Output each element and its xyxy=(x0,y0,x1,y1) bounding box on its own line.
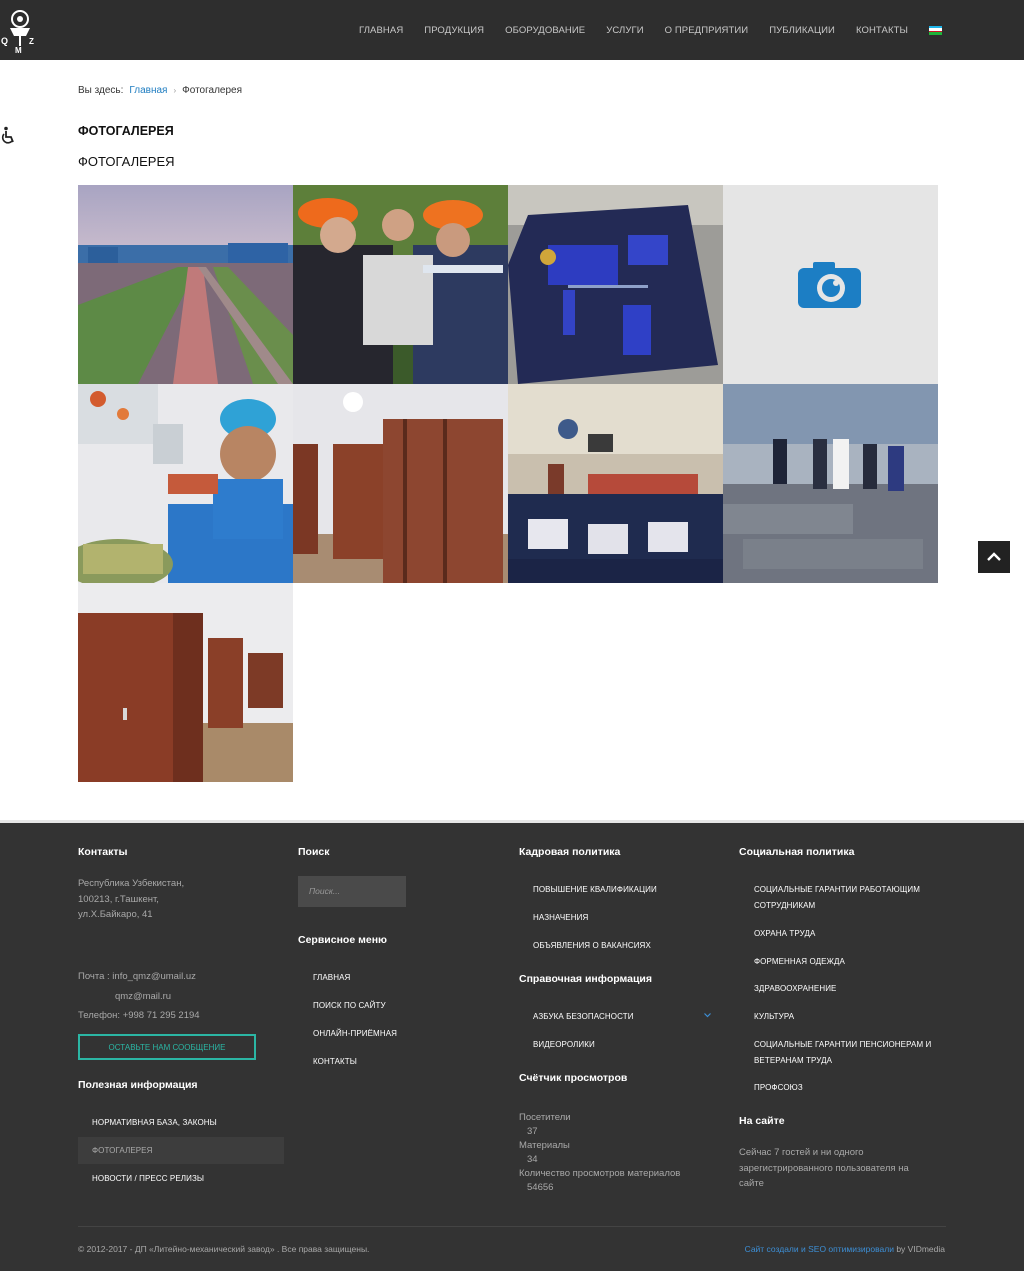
footer-link-reception[interactable]: ОНЛАЙН-ПРИЁМНАЯ xyxy=(313,1029,397,1038)
camera-icon xyxy=(723,185,938,384)
footer-link-union[interactable]: ПРОФСОЮЗ xyxy=(754,1083,803,1092)
gallery-photo-uniform-jacket[interactable] xyxy=(508,185,723,384)
main-nav: ГЛАВНАЯ ПРОДУКЦИЯ ОБОРУДОВАНИЕ УСЛУГИ О … xyxy=(359,0,942,60)
gallery-photo-canteen-cook[interactable] xyxy=(78,384,293,583)
svg-text:Q: Q xyxy=(1,36,8,46)
gallery-photo-workers-hardhats[interactable] xyxy=(293,185,508,384)
footer-link-contacts[interactable]: КОНТАКТЫ xyxy=(313,1057,357,1066)
footer-mail[interactable]: Почта : info_qmz@umail.uz xyxy=(78,969,196,985)
footer-contacts-heading: Контакты xyxy=(78,846,128,858)
footer-link-culture[interactable]: КУЛЬТУРА xyxy=(754,1012,794,1021)
address-line: Республика Узбекистан, xyxy=(78,878,185,889)
nav-about[interactable]: О ПРЕДПРИЯТИИ xyxy=(665,25,749,36)
footer-search-heading: Поиск xyxy=(298,846,330,858)
footer-link-news[interactable]: НОВОСТИ / ПРЕСС РЕЛИЗЫ xyxy=(92,1174,204,1183)
footer-link-uniform[interactable]: ФОРМЕННАЯ ОДЕЖДА xyxy=(754,957,845,966)
gallery-photo-factory-aerial[interactable] xyxy=(78,185,293,384)
chevron-down-icon[interactable] xyxy=(704,1013,711,1018)
footer-search-input[interactable]: Поиск... xyxy=(298,876,406,907)
footer-address: Республика Узбекистан, 100213, г.Ташкент… xyxy=(78,876,184,923)
address-line: 100213, г.Ташкент, xyxy=(78,893,159,905)
nav-publications[interactable]: ПУБЛИКАЦИИ xyxy=(769,25,835,36)
online-line: сайте xyxy=(739,1178,764,1189)
footer-service-heading: Сервисное меню xyxy=(298,934,388,946)
footer-link-vacancies[interactable]: ОБЪЯВЛЕНИЯ О ВАКАНСИЯХ xyxy=(533,941,651,950)
views-value: 54656 xyxy=(527,1182,554,1193)
breadcrumb: Вы здесь: Главная › Фотогалерея xyxy=(78,85,242,96)
site-header: Q Z M ГЛАВНАЯ ПРОДУКЦИЯ ОБОРУДОВАНИЕ УСЛ… xyxy=(0,0,1024,60)
footer-link-qualification[interactable]: ПОВЫШЕНИЕ КВАЛИФИКАЦИИ xyxy=(533,885,657,894)
visitors-label: Посетители xyxy=(519,1112,571,1123)
breadcrumb-current: Фотогалерея xyxy=(182,85,243,96)
copyright: © 2012-2017 - ДП «Литейно-механический з… xyxy=(78,1244,370,1254)
online-line: зарегистрированного пользователя на xyxy=(739,1162,909,1174)
footer-link-pensioners[interactable]: СОЦИАЛЬНЫЕ ГАРАНТИИ ПЕНСИОНЕРАМ И xyxy=(754,1040,931,1049)
views-label: Количество просмотров материалов xyxy=(519,1168,681,1179)
footer-online-text: Сейчас 7 гостей и ни одного зарегистриро… xyxy=(739,1145,909,1192)
footer-link-home[interactable]: ГЛАВНАЯ xyxy=(313,973,350,982)
gallery-title: ФОТОГАЛЕРЕЯ xyxy=(78,154,175,169)
svg-text:Z: Z xyxy=(29,37,34,46)
footer-social-heading: Социальная политика xyxy=(739,846,855,858)
footer-phone: Телефон: +998 71 295 2194 xyxy=(78,1010,200,1021)
footer-link-social-guarantees[interactable]: СОЦИАЛЬНЫЕ ГАРАНТИИ РАБОТАЮЩИМ xyxy=(754,885,920,894)
footer-reference-heading: Справочная информация xyxy=(519,973,653,985)
nav-contacts[interactable]: КОНТАКТЫ xyxy=(856,25,908,36)
credit-link[interactable]: Сайт создали и SEO оптимизировали xyxy=(745,1244,894,1254)
back-to-top-button[interactable] xyxy=(978,541,1010,573)
uzbekistan-flag-icon[interactable] xyxy=(929,25,942,35)
footer-link-pensioners-cont[interactable]: ВЕТЕРАНАМ ТРУДА xyxy=(754,1056,832,1065)
footer-link-normative[interactable]: НОРМАТИВНАЯ БАЗА, ЗАКОНЫ xyxy=(92,1118,217,1127)
breadcrumb-prefix: Вы здесь: xyxy=(78,85,124,96)
gallery-photo-locker-room-2[interactable] xyxy=(78,583,293,782)
leave-message-button[interactable]: ОСТАВЬТЕ НАМ СООБЩЕНИЕ xyxy=(78,1034,256,1060)
gallery-photo-placeholder[interactable] xyxy=(723,185,938,384)
view-counter: Посетители 37 Материалы 34 Количество пр… xyxy=(519,1111,680,1195)
nav-equipment[interactable]: ОБОРУДОВАНИЕ xyxy=(505,25,585,36)
footer-online-heading: На сайте xyxy=(739,1115,785,1127)
svg-text:M: M xyxy=(15,46,22,54)
footer-link-videos[interactable]: ВИДЕОРОЛИКИ xyxy=(533,1040,595,1049)
gallery-photo-locker-room[interactable] xyxy=(293,384,508,583)
footer-hr-heading: Кадровая политика xyxy=(519,846,621,858)
footer-link-labor-safety[interactable]: ОХРАНА ТРУДА xyxy=(754,929,815,938)
materials-value: 34 xyxy=(527,1154,538,1165)
footer-link-healthcare[interactable]: ЗДРАВООХРАНЕНИЕ xyxy=(754,984,837,993)
footer-divider xyxy=(78,1226,946,1227)
breadcrumb-home-link[interactable]: Главная xyxy=(129,85,167,96)
footer-link-social-guarantees-cont[interactable]: СОТРУДНИКАМ xyxy=(754,901,815,910)
gallery-photo-meeting-hall[interactable] xyxy=(508,384,723,583)
company-logo[interactable]: Q Z M xyxy=(0,6,40,55)
address-line: ул.Х.Байкаро, 41 xyxy=(78,909,153,920)
footer-link-appointments[interactable]: НАЗНАЧЕНИЯ xyxy=(533,913,588,922)
accessibility-icon[interactable] xyxy=(0,126,18,146)
chevron-up-icon xyxy=(987,552,1001,561)
materials-label: Материалы xyxy=(519,1140,570,1151)
nav-products[interactable]: ПРОДУКЦИЯ xyxy=(424,25,484,36)
site-footer: Контакты Республика Узбекистан, 100213, … xyxy=(0,820,1024,1271)
visitors-value: 37 xyxy=(527,1126,538,1137)
nav-services[interactable]: УСЛУГИ xyxy=(606,25,643,36)
gallery-photo-workshop-visit[interactable] xyxy=(723,384,938,583)
online-line: Сейчас 7 гостей и ни одного xyxy=(739,1147,864,1158)
footer-link-search[interactable]: ПОИСК ПО САЙТУ xyxy=(313,1001,386,1010)
nav-home[interactable]: ГЛАВНАЯ xyxy=(359,25,403,36)
page-title: ФОТОГАЛЕРЕЯ xyxy=(78,124,174,138)
credit-by: by VIDmedia xyxy=(896,1244,945,1254)
footer-mail-alt[interactable]: qmz@mail.ru xyxy=(115,989,171,1005)
breadcrumb-separator: › xyxy=(173,86,177,95)
credit: Сайт создали и SEO оптимизировали by VID… xyxy=(745,1244,945,1254)
footer-link-photogallery[interactable]: ФОТОГАЛЕРЕЯ xyxy=(92,1146,153,1155)
footer-useful-heading: Полезная информация xyxy=(78,1079,198,1091)
footer-link-safety[interactable]: АЗБУКА БЕЗОПАСНОСТИ xyxy=(533,1012,634,1021)
footer-counter-heading: Счётчик просмотров xyxy=(519,1072,628,1084)
